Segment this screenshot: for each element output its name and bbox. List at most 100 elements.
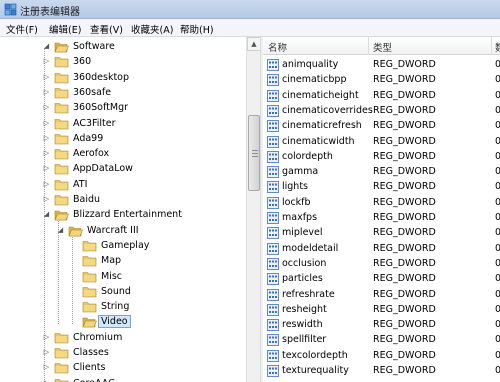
reg-dword-icon (267, 59, 279, 71)
window-title: 注册表编辑器 (20, 7, 80, 18)
triangle-right-icon[interactable]: ▷ (42, 103, 51, 112)
triangle-right-icon[interactable]: ▷ (42, 195, 51, 204)
tree-item[interactable]: ◢ Warcraft III (0, 223, 246, 239)
reg-dword-icon (267, 120, 279, 133)
folder-icon (54, 72, 69, 83)
value-type: REG_DWORD (373, 349, 436, 361)
column-divider[interactable] (368, 37, 369, 55)
tree-item[interactable]: ▷ AppDataLow (0, 161, 246, 177)
value-name: cinematicbpp (282, 74, 347, 86)
triangle-down-icon[interactable]: ◢ (42, 42, 51, 51)
list-row[interactable]: animquality REG_DWORD 0 (263, 57, 500, 73)
list-row[interactable]: colordepth REG_DWORD 0 (263, 149, 500, 165)
triangle-right-icon[interactable]: ▷ (42, 119, 51, 128)
triangle-right-icon[interactable]: ▷ (42, 333, 51, 342)
tree-item[interactable]: ▷ Chromium (0, 330, 246, 346)
triangle-right-icon[interactable]: ▷ (42, 363, 51, 372)
value-data: 0 (495, 349, 500, 361)
value-data: 0 (495, 120, 500, 132)
tree-item[interactable]: ▷ 360safe (0, 85, 246, 101)
tree-scrollbar[interactable]: ▲ (246, 37, 261, 382)
list-row[interactable]: particles REG_DWORD 0 (263, 271, 500, 287)
column-divider[interactable] (491, 37, 492, 55)
triangle-right-icon[interactable]: ▷ (42, 149, 51, 158)
value-name: texcolordepth (282, 349, 348, 361)
reg-dword-icon (267, 181, 279, 194)
tree-item-label: Misc (101, 270, 123, 282)
tree-item[interactable]: Misc (0, 269, 246, 285)
list-row[interactable]: reswidth REG_DWORD 0 (263, 317, 500, 333)
reg-dword-icon (267, 273, 279, 286)
value-name: resheight (282, 303, 327, 315)
column-name[interactable]: 名称 (268, 40, 287, 54)
menu-view[interactable]: 查看(V) (90, 22, 123, 36)
list-row[interactable]: refreshrate REG_DWORD 0 (263, 287, 500, 303)
folder-icon (54, 179, 69, 190)
tree-item[interactable]: Sound (0, 284, 246, 300)
column-data[interactable]: 数 (495, 40, 500, 54)
list-row[interactable]: texturequality REG_DWORD 0 (263, 363, 500, 379)
triangle-right-icon[interactable]: ▷ (42, 88, 51, 97)
folder-icon (82, 271, 97, 282)
list-row[interactable]: lockfb REG_DWORD 0 (263, 195, 500, 211)
tree-item[interactable]: ▷ 360desktop (0, 70, 246, 86)
thumb-grip (252, 156, 258, 157)
list-row[interactable]: resheight REG_DWORD 0 (263, 302, 500, 318)
list-row[interactable]: cinematicbpp REG_DWORD 0 (263, 72, 500, 88)
tree-item[interactable]: ▷ Ada99 (0, 131, 246, 147)
list-row[interactable]: miplevel REG_DWORD 0 (263, 225, 500, 241)
tree-item[interactable]: Map (0, 253, 246, 269)
triangle-right-icon[interactable]: ▷ (42, 134, 51, 143)
registry-editor-icon (4, 3, 17, 16)
tree-item[interactable]: ▷ Aerofox (0, 146, 246, 162)
list-row[interactable]: cinematicwidth REG_DWORD 0 (263, 134, 500, 150)
value-data: 0 (495, 59, 500, 70)
triangle-right-icon[interactable]: ▷ (42, 164, 51, 173)
tree-item[interactable]: Gameplay (0, 238, 246, 254)
tree-item[interactable]: ▷ 360SoftMgr (0, 100, 246, 116)
scrollbar-thumb[interactable] (248, 115, 260, 191)
triangle-right-icon[interactable]: ▷ (42, 379, 51, 382)
tree-item-label: AC3Filter (73, 117, 116, 129)
list-row[interactable]: cinematicrefresh REG_DWORD 0 (263, 118, 500, 134)
tree-item-label: Blizzard Entertainment (73, 209, 182, 221)
tree-item[interactable]: ▷ 360 (0, 54, 246, 70)
value-type: REG_DWORD (373, 181, 436, 193)
menu-favorites[interactable]: 收藏夹(A) (131, 22, 173, 36)
tree-item[interactable]: ▷ Baidu (0, 192, 246, 208)
registry-tree[interactable]: ◢ Software ▷ 360 ▷ 360desktop ▷ 360safe ▷ 360Soft… (0, 37, 260, 382)
list-row[interactable]: lights REG_DWORD 0 (263, 179, 500, 195)
list-row[interactable]: texcolordepth REG_DWORD 0 (263, 348, 500, 364)
triangle-down-icon[interactable]: ◢ (56, 226, 65, 235)
list-row[interactable]: maxfps REG_DWORD 0 (263, 210, 500, 226)
tree-item[interactable]: String (0, 299, 246, 315)
list-row[interactable]: spellfilter REG_DWORD 0 (263, 332, 500, 348)
values-list[interactable]: 名称 类型 数 animquality REG_DWORD 0 cinematicbp… (263, 37, 500, 382)
triangle-down-icon[interactable]: ◢ (42, 210, 51, 219)
value-name: cinematicwidth (282, 135, 355, 147)
list-row[interactable]: occlusion REG_DWORD 0 (263, 256, 500, 272)
menu-file[interactable]: 文件(F) (6, 22, 38, 36)
folder-icon (54, 332, 69, 343)
tree-item[interactable]: ▷ Clients (0, 360, 246, 376)
list-row[interactable]: cinematicheight REG_DWORD 0 (263, 88, 500, 104)
menu-help[interactable]: 帮助(H) (180, 22, 214, 36)
value-name: cinematicoverrides (282, 104, 373, 116)
tree-item[interactable]: ▷ CoreAAC (0, 376, 246, 382)
list-row[interactable]: cinematicoverrides REG_DWORD 0 (263, 103, 500, 119)
tree-item[interactable]: ◢ Software (0, 39, 246, 55)
triangle-right-icon[interactable]: ▷ (42, 180, 51, 189)
tree-item[interactable]: ◢ Blizzard Entertainment (0, 207, 246, 223)
tree-item[interactable]: ▷ AC3Filter (0, 116, 246, 132)
tree-item[interactable]: ▷ ATI (0, 177, 246, 193)
menu-edit[interactable]: 编辑(E) (49, 22, 81, 36)
triangle-right-icon[interactable]: ▷ (42, 57, 51, 66)
tree-item[interactable]: Video (0, 314, 246, 330)
triangle-right-icon[interactable]: ▷ (42, 73, 51, 82)
list-row[interactable]: modeldetail REG_DWORD 0 (263, 241, 500, 257)
list-row[interactable]: gamma REG_DWORD 0 (263, 164, 500, 180)
scroll-up-arrow-icon[interactable]: ▲ (247, 37, 261, 51)
column-type[interactable]: 类型 (373, 40, 392, 54)
triangle-right-icon[interactable]: ▷ (42, 348, 51, 357)
tree-item[interactable]: ▷ Classes (0, 345, 246, 361)
